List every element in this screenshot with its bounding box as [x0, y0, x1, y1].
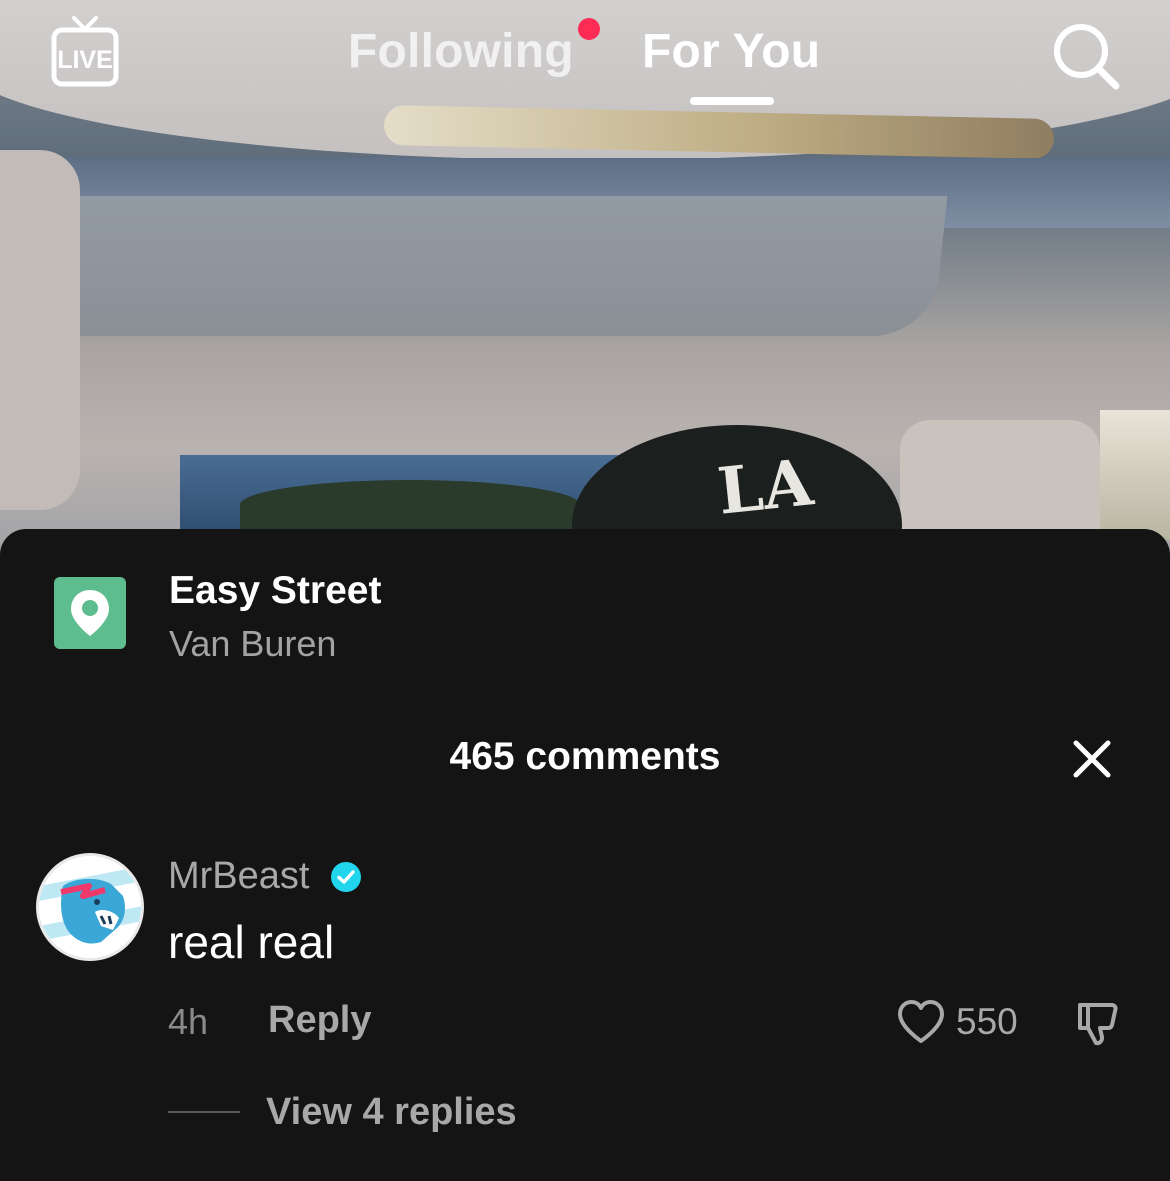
like-count: 550	[956, 1001, 1018, 1042]
comments-sheet: Easy Street Van Buren 465 comments MrBea…	[0, 529, 1170, 1181]
location-title: Easy Street	[169, 569, 382, 612]
comment-item: MrBeast real real 4h Reply 550 View 4 re…	[36, 851, 1136, 1171]
location-row[interactable]: Easy Street Van Buren	[54, 569, 754, 667]
notification-dot	[578, 18, 600, 40]
view-replies-label: View 4 replies	[266, 1090, 517, 1133]
location-pin-icon	[54, 577, 126, 649]
dislike-icon[interactable]	[1072, 999, 1122, 1049]
replies-divider	[168, 1111, 240, 1113]
video-hat-logo: LA	[714, 445, 817, 530]
live-label: LIVE	[57, 46, 113, 74]
video-trees	[240, 480, 580, 530]
top-nav: LIVE Following For You	[0, 0, 1170, 120]
close-icon[interactable]	[1070, 737, 1114, 781]
heart-icon	[898, 1000, 944, 1043]
video-right-window	[1100, 410, 1170, 540]
tab-following[interactable]: Following	[348, 24, 574, 79]
verified-badge-icon	[330, 861, 362, 893]
view-replies-button[interactable]: View 4 replies	[168, 1087, 517, 1137]
avatar[interactable]	[36, 853, 144, 961]
active-tab-indicator	[690, 97, 774, 105]
location-subtitle: Van Buren	[169, 623, 337, 664]
comment-username[interactable]: MrBeast	[168, 855, 309, 898]
like-button[interactable]: 550	[896, 997, 1018, 1047]
comment-time: 4h	[168, 1001, 209, 1042]
live-tv-icon[interactable]: LIVE	[50, 16, 120, 88]
live-tv-icon-svg: LIVE	[51, 16, 119, 87]
comment-count: 465 comments	[449, 735, 721, 778]
comment-text: real real	[168, 916, 335, 968]
video-left-pillar	[0, 150, 80, 510]
reply-button[interactable]: Reply	[268, 999, 371, 1042]
video-roof-panel	[0, 196, 948, 336]
search-icon[interactable]	[1050, 20, 1122, 92]
comments-header: 465 comments	[0, 729, 1170, 789]
tab-for-you[interactable]: For You	[642, 24, 820, 79]
